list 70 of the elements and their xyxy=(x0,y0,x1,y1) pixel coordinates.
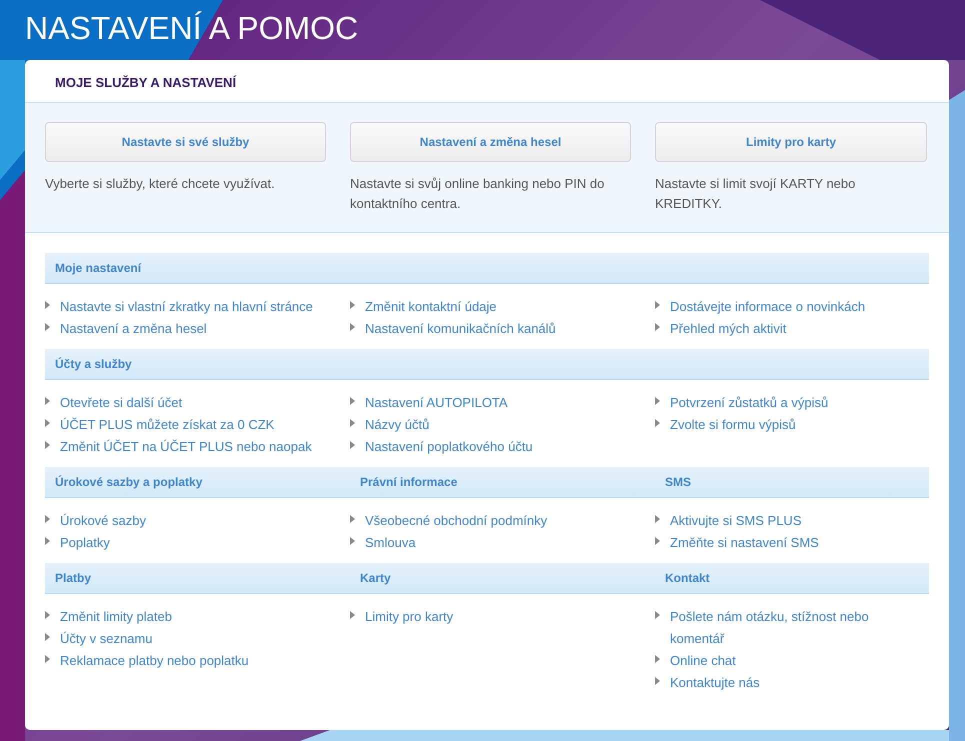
settings-link[interactable]: Kontaktujte nás xyxy=(670,672,910,694)
action-button[interactable]: Limity pro karty xyxy=(655,122,927,162)
action-button[interactable]: Nastavení a změna hesel xyxy=(350,122,631,162)
settings-link[interactable]: Nastavení a změna hesel xyxy=(60,318,345,340)
settings-link[interactable]: Úrokové sazby xyxy=(60,510,345,532)
bullet-icon xyxy=(655,677,660,685)
section-heading: Platby xyxy=(54,570,92,587)
settings-link[interactable]: Změnit kontaktní údaje xyxy=(365,296,650,318)
bullet-icon xyxy=(45,537,50,545)
bullet-icon xyxy=(45,323,50,331)
bullet-icon xyxy=(350,441,355,449)
bullet-icon xyxy=(655,655,660,663)
action-description: Nastavte si limit svojí KARTY nebo KREDITKY. xyxy=(655,175,856,213)
settings-link[interactable]: Online chat xyxy=(670,650,910,672)
page-title: NASTAVENÍ A POMOC xyxy=(25,9,358,48)
bullet-icon xyxy=(45,515,50,523)
settings-link[interactable]: Limity pro karty xyxy=(365,606,650,628)
settings-link[interactable]: Účty v seznamu xyxy=(60,628,345,650)
bullet-icon xyxy=(45,301,50,309)
section-heading: Právní informace xyxy=(359,474,458,491)
bullet-icon xyxy=(655,397,660,405)
bullet-icon xyxy=(655,323,660,331)
settings-link[interactable]: Nastavte si vlastní zkratky na hlavní stránce xyxy=(60,296,345,318)
section-heading: Kontakt xyxy=(664,570,711,587)
bullet-icon xyxy=(655,537,660,545)
bullet-icon xyxy=(655,301,660,309)
settings-link[interactable]: Nastavení poplatkového účtu xyxy=(365,436,650,458)
action-description: Vyberte si služby, které chcete využívat. xyxy=(45,175,276,193)
settings-link[interactable]: Názvy účtů xyxy=(365,414,650,436)
bullet-icon xyxy=(350,537,355,545)
bullet-icon xyxy=(350,419,355,427)
bullet-icon xyxy=(45,441,50,449)
bullet-icon xyxy=(45,419,50,427)
settings-link[interactable]: Nastavení AUTOPILOTA xyxy=(365,392,650,414)
section-heading: Moje nastavení xyxy=(54,260,142,277)
settings-link[interactable]: Změňte si nastavení SMS xyxy=(670,532,910,554)
settings-link[interactable]: Přehled mých aktivit xyxy=(670,318,910,340)
settings-link[interactable]: Změnit limity plateb xyxy=(60,606,345,628)
section-heading: Karty xyxy=(359,570,392,587)
section-heading: Účty a služby xyxy=(54,356,133,373)
action-button[interactable]: Nastavte si své služby xyxy=(45,122,326,162)
bullet-icon xyxy=(350,323,355,331)
section-heading: Úrokové sazby a poplatky xyxy=(54,474,204,491)
settings-link[interactable]: Pošlete nám otázku, stížnost nebo komentář xyxy=(670,606,910,650)
bullet-icon xyxy=(655,515,660,523)
settings-link[interactable]: Reklamace platby nebo poplatku xyxy=(60,650,345,672)
settings-link[interactable]: Aktivujte si SMS PLUS xyxy=(670,510,910,532)
bullet-icon xyxy=(655,419,660,427)
bullet-icon xyxy=(45,633,50,641)
section-heading: SMS xyxy=(664,474,692,491)
action-description: Nastavte si svůj online banking nebo PIN do kontaktního centra. xyxy=(350,175,606,213)
bullet-icon xyxy=(45,397,50,405)
bullet-icon xyxy=(350,515,355,523)
settings-link[interactable]: Zvolte si formu výpisů xyxy=(670,414,910,436)
settings-link[interactable]: Potvrzení zůstatků a výpisů xyxy=(670,392,910,414)
settings-link[interactable]: Dostávejte informace o novinkách xyxy=(670,296,910,318)
bullet-icon xyxy=(45,611,50,619)
bullet-icon xyxy=(350,611,355,619)
settings-link[interactable]: Otevřete si další účet xyxy=(60,392,345,414)
bullet-icon xyxy=(45,655,50,663)
settings-link[interactable]: ÚČET PLUS můžete získat za 0 CZK xyxy=(60,414,345,436)
bullet-icon xyxy=(350,301,355,309)
settings-link[interactable]: Všeobecné obchodní podmínky xyxy=(365,510,650,532)
settings-link[interactable]: Nastavení komunikačních kanálů xyxy=(365,318,650,340)
bullet-icon xyxy=(655,611,660,619)
settings-link[interactable]: Změnit ÚČET na ÚČET PLUS nebo naopak xyxy=(60,436,345,458)
bullet-icon xyxy=(350,397,355,405)
settings-link[interactable]: Smlouva xyxy=(365,532,650,554)
settings-link[interactable]: Poplatky xyxy=(60,532,345,554)
card-title: MOJE SLUŽBY A NASTAVENÍ xyxy=(54,74,238,92)
